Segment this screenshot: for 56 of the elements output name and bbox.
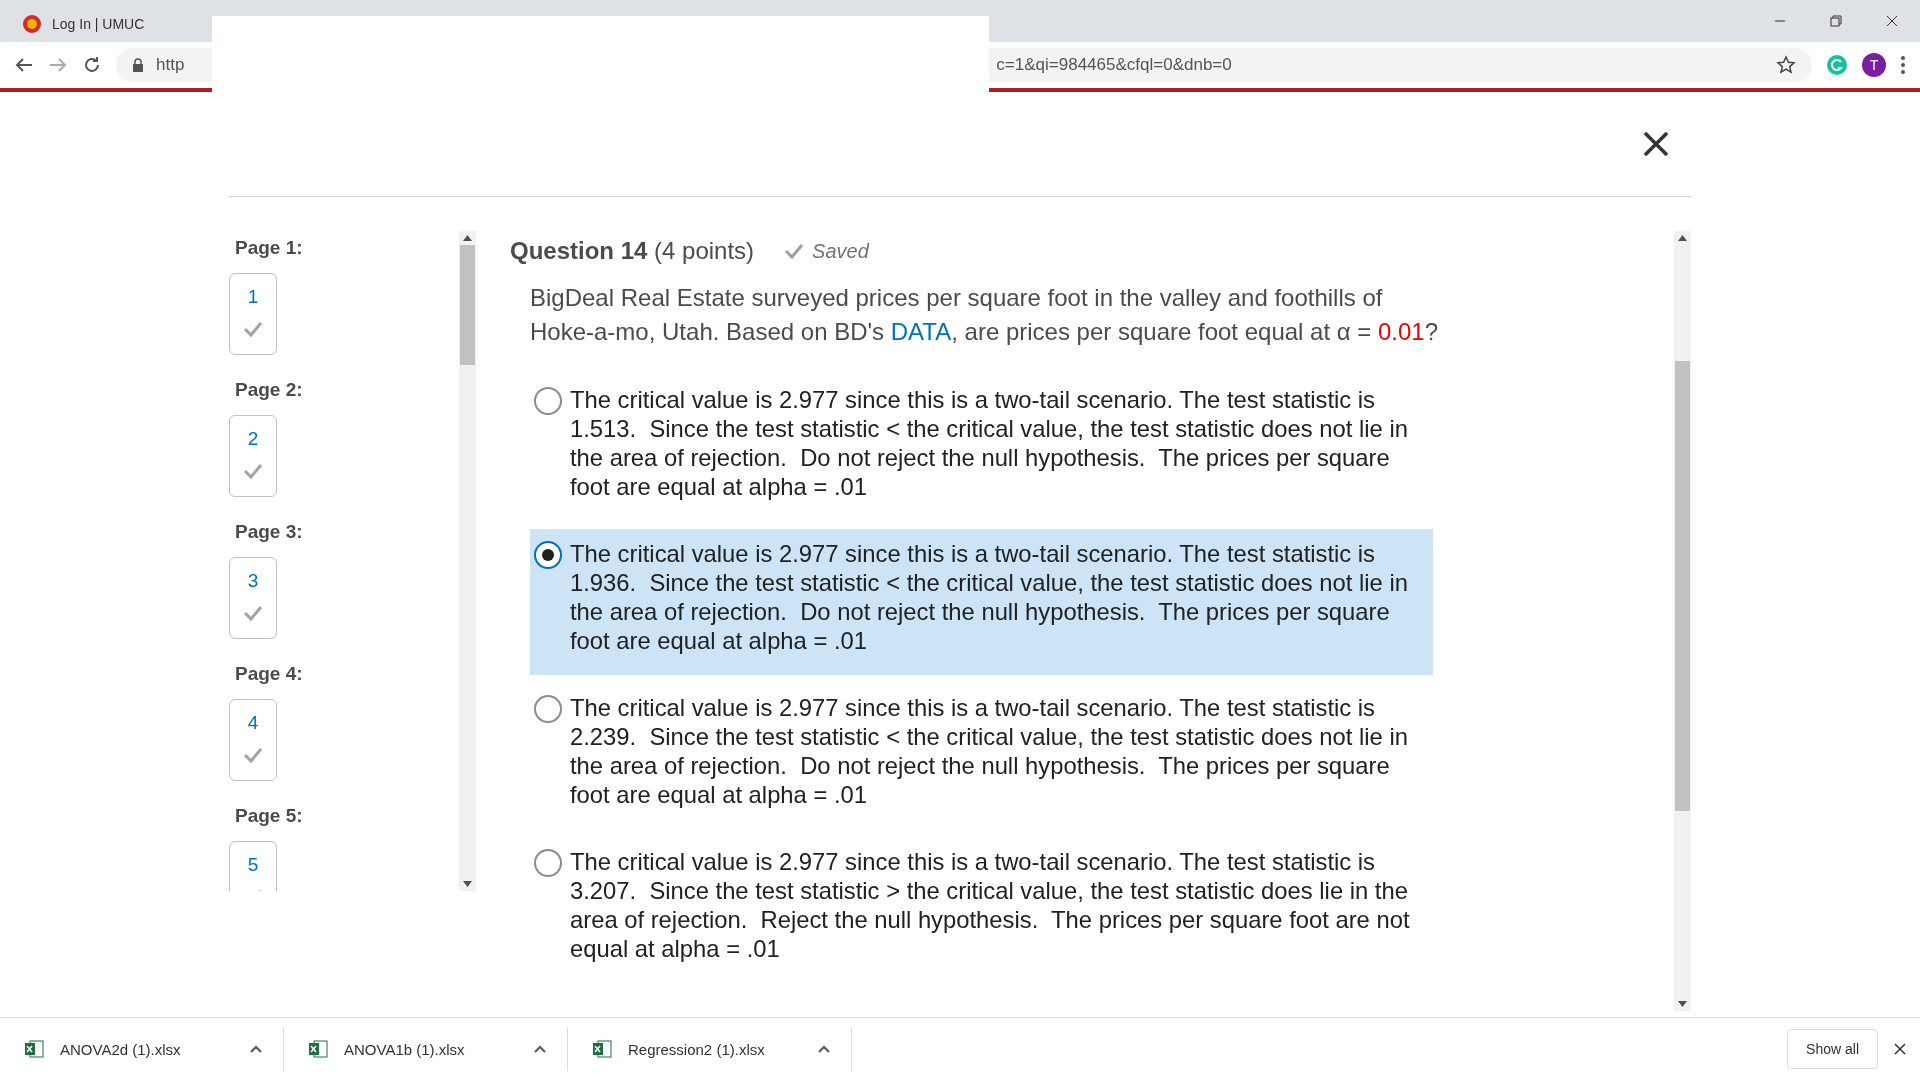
star-icon[interactable] [1776, 55, 1796, 75]
download-item[interactable]: ANOVA2d (1).xlsx [60, 1040, 233, 1058]
page-button[interactable]: 1 [229, 273, 277, 355]
radio-button[interactable] [534, 541, 562, 569]
show-all-button[interactable]: Show all [1787, 1029, 1878, 1069]
answer-option[interactable]: The critical value is 2.977 since this is a two-tail scenario. The test statistic is 1.513. Since the test statistic < the critical value, the test statistic does not lie in the area of rejection. Do not reject the null hypothesis. The prices per square foot are equal at alpha = .01 [530, 375, 1433, 521]
page-label: Page 1: [235, 237, 304, 259]
scrollbar[interactable] [1674, 231, 1691, 1011]
scrollbar[interactable] [459, 231, 476, 891]
scrollbar-thumb[interactable] [460, 245, 475, 365]
page-button[interactable]: 3 [229, 557, 277, 639]
caret-icon[interactable] [533, 1044, 547, 1054]
question-title: Question 14 (4 points) [510, 237, 755, 265]
excel-file-icon [308, 1039, 328, 1059]
lock-icon [132, 58, 144, 72]
check-icon [243, 321, 263, 337]
check-icon [243, 605, 263, 621]
caret-icon[interactable] [817, 1044, 831, 1054]
caret-icon[interactable] [249, 1044, 263, 1054]
scroll-up-icon[interactable] [1678, 235, 1687, 241]
scroll-down-icon[interactable] [463, 881, 472, 887]
page-label: Page 5: [235, 805, 304, 827]
scroll-up-icon[interactable] [463, 235, 472, 241]
question-prompt: BigDeal Real Estate surveyed prices per square foot in the valley and foothills of Hoke-a-mo, Utah. Based on BD's DATA, are prices per square foot equal at α = 0.01? [530, 283, 1440, 347]
data-link[interactable]: DATA [890, 318, 952, 345]
excel-file-icon [24, 1039, 44, 1059]
profile-avatar[interactable]: T [1862, 53, 1886, 77]
check-icon [243, 463, 263, 479]
page-button[interactable]: 2 [229, 415, 277, 497]
excel-file-icon [592, 1039, 612, 1059]
scroll-down-icon[interactable] [1678, 1001, 1687, 1007]
answer-option[interactable]: The critical value is 2.977 since this is a two-tail scenario. The test statistic is 1.936. Since the test statistic < the critical value, the test statistic does not lie in the area of rejection. Do not reject the null hypothesis. The prices per square foot are equal at alpha = .01 [530, 529, 1433, 675]
reload-icon[interactable] [82, 55, 102, 75]
close-icon[interactable] [1886, 15, 1898, 27]
close-icon[interactable] [1643, 131, 1669, 157]
page-button[interactable]: 4 [229, 699, 277, 781]
browser-tab[interactable]: Log In | UMUC [8, 6, 202, 42]
answer-option[interactable]: The critical value is 2.977 since this is a two-tail scenario. The test statistic is 3.207. Since the test statistic > the critical value, the test statistic does lie in the area of rejection. Reject the null hypothesis. The prices per square foot are not equal at alpha = .01 [530, 837, 1433, 983]
page-label: Page 3: [235, 521, 304, 543]
answer-option[interactable]: The critical value is 2.977 since this is a two-tail scenario. The test statistic is 2.239. Since the test statistic < the critical value, the test statistic does not lie in the area of rejection. Do not reject the null hypothesis. The prices per square foot are equal at alpha = .01 [530, 683, 1433, 829]
page-label: Page 4: [235, 663, 304, 685]
radio-button[interactable] [534, 849, 562, 877]
download-item[interactable]: Regression2 (1).xlsx [628, 1040, 801, 1058]
close-icon[interactable] [1894, 1043, 1906, 1055]
page-label: Page 2: [235, 379, 304, 401]
check-icon [243, 747, 263, 763]
radio-button[interactable] [534, 695, 562, 723]
download-item[interactable]: ANOVA1b (1).xlsx [344, 1040, 517, 1058]
restore-icon[interactable] [1830, 15, 1842, 27]
page-button[interactable]: 5 [229, 841, 277, 891]
check-icon [784, 243, 805, 259]
menu-icon[interactable] [1900, 55, 1906, 75]
scrollbar-thumb[interactable] [1675, 361, 1690, 811]
radio-button[interactable] [534, 387, 562, 415]
site-logo-icon [22, 14, 42, 34]
saved-status: Saved [812, 239, 869, 263]
